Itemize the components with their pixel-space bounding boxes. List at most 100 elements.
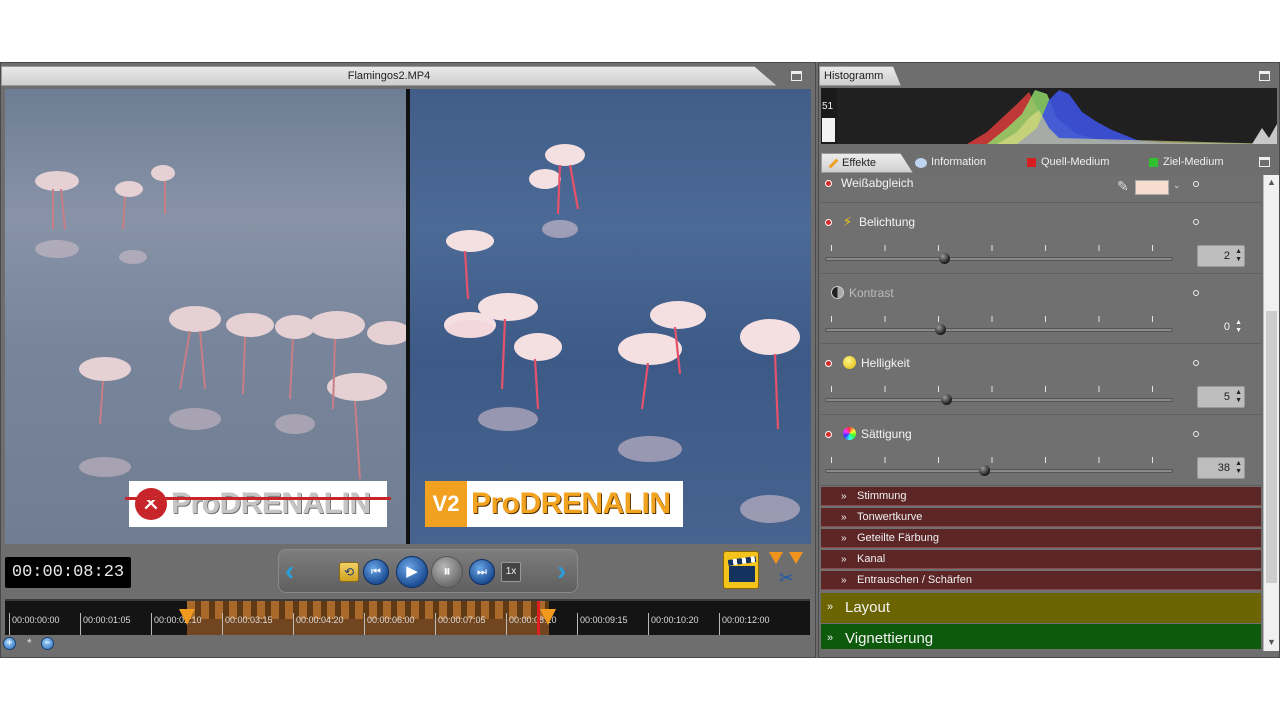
timeline-label: 00:00:07:05 bbox=[438, 615, 486, 625]
slider-ticks bbox=[831, 245, 1171, 251]
play-button[interactable]: ▶ bbox=[396, 556, 428, 588]
clapperboard-body bbox=[729, 566, 755, 582]
tab-target-media-label: Ziel-Medium bbox=[1163, 156, 1224, 168]
slider-ticks bbox=[831, 316, 1171, 322]
reset-icon[interactable] bbox=[1193, 431, 1199, 437]
pause-button[interactable]: ⏸ bbox=[431, 556, 463, 588]
exposure-slider[interactable] bbox=[825, 257, 1173, 261]
zoom-reset-icon[interactable]: * bbox=[27, 636, 32, 650]
slider-thumb[interactable] bbox=[939, 253, 950, 264]
timeline-tick bbox=[364, 613, 365, 635]
section-layout[interactable]: » Layout bbox=[821, 593, 1261, 623]
tab-source-media[interactable]: Quell-Medium bbox=[1021, 153, 1141, 173]
loop-button[interactable]: ⟲ bbox=[339, 562, 359, 582]
scroll-down-icon[interactable]: ▼ bbox=[1267, 637, 1276, 647]
watermark-before-text: ProDRENALIN bbox=[171, 487, 371, 520]
contrast-icon bbox=[831, 286, 844, 299]
slider-thumb[interactable] bbox=[979, 465, 990, 476]
video-preview[interactable]: ✕ ProDRENALIN V2 ProDRENALIN bbox=[5, 89, 811, 544]
player-title-tab[interactable]: Flamingos2.MP4 bbox=[1, 66, 777, 86]
playhead[interactable] bbox=[537, 601, 540, 635]
scissors-icon: ✂ bbox=[779, 568, 795, 588]
exposure-value-input[interactable]: 2 ▲ ▼ bbox=[1197, 245, 1245, 267]
transport-controls: ‹ ⟲ ⏮ ▶ ⏸ ⏭ 1x › bbox=[278, 549, 578, 593]
tab-information[interactable]: Information bbox=[911, 153, 1021, 173]
app-window: Flamingos2.MP4 ✕ ProDRENALIN V2 ProDRENA… bbox=[0, 62, 1280, 658]
effect-contrast: Kontrast 0 ▲ ▼ bbox=[821, 274, 1261, 344]
player-panel: Flamingos2.MP4 ✕ ProDRENALIN V2 ProDRENA… bbox=[0, 62, 816, 658]
brightness-slider[interactable] bbox=[825, 398, 1173, 402]
effect-label: Belichtung bbox=[859, 215, 916, 229]
brightness-value-input[interactable]: 5 ▲ ▼ bbox=[1197, 386, 1245, 408]
color-wheel-icon bbox=[843, 427, 856, 440]
video-after-pane bbox=[410, 89, 811, 544]
timeline-tick bbox=[577, 613, 578, 635]
range-start-marker-icon bbox=[769, 552, 783, 564]
maximize-icon[interactable] bbox=[1259, 157, 1270, 167]
timeline-label: 00:00:03:15 bbox=[225, 615, 273, 625]
chevron-down-icon[interactable]: ⌄ bbox=[1173, 180, 1181, 191]
maximize-icon[interactable] bbox=[791, 71, 802, 81]
slider-thumb[interactable] bbox=[941, 394, 952, 405]
reset-icon[interactable] bbox=[1193, 219, 1199, 225]
zoom-out-icon[interactable]: − bbox=[41, 637, 54, 650]
effect-label: Kontrast bbox=[849, 286, 894, 300]
enable-toggle-icon[interactable] bbox=[825, 180, 832, 187]
section-vignetting[interactable]: » Vignettierung bbox=[821, 624, 1261, 649]
contrast-value-input[interactable]: 0 ▲ ▼ bbox=[1197, 316, 1245, 338]
timeline-tick bbox=[293, 613, 294, 635]
panel-tabs: Effekte Information Quell-Medium Ziel-Me… bbox=[819, 153, 1277, 173]
contrast-slider[interactable] bbox=[825, 328, 1173, 332]
next-clip-icon[interactable]: › bbox=[557, 556, 566, 586]
histogram-tab[interactable]: Histogramm bbox=[819, 66, 901, 86]
in-point-marker[interactable] bbox=[179, 609, 195, 625]
group-mood[interactable]: » Stimmung bbox=[821, 487, 1261, 506]
tab-source-media-label: Quell-Medium bbox=[1041, 156, 1110, 168]
scroll-thumb[interactable] bbox=[1266, 311, 1277, 583]
slider-thumb[interactable] bbox=[935, 324, 946, 335]
histogram-scale: 51 bbox=[821, 88, 837, 144]
slider-ticks bbox=[831, 386, 1171, 392]
tab-target-media[interactable]: Ziel-Medium bbox=[1143, 153, 1263, 173]
maximize-icon[interactable] bbox=[1259, 71, 1270, 81]
out-point-marker[interactable] bbox=[540, 609, 556, 625]
previous-clip-icon[interactable]: ‹ bbox=[285, 556, 294, 586]
enable-toggle-icon[interactable] bbox=[825, 431, 832, 438]
green-square-icon bbox=[1149, 158, 1158, 167]
group-tone-curve[interactable]: » Tonwertkurve bbox=[821, 508, 1261, 527]
spinner-arrows-icon[interactable]: ▲ ▼ bbox=[1235, 248, 1242, 264]
chevron-down-icon: » bbox=[841, 575, 847, 586]
zoom-in-icon[interactable]: + bbox=[3, 637, 16, 650]
histogram-chart: 51 bbox=[821, 88, 1277, 144]
speed-button[interactable]: 1x bbox=[501, 562, 521, 582]
eyedropper-icon[interactable]: ✎ bbox=[1117, 178, 1129, 195]
group-denoise-sharpen[interactable]: » Entrauschen / Schärfen bbox=[821, 571, 1261, 590]
effects-scrollbar[interactable]: ▲ ▼ bbox=[1263, 175, 1279, 651]
tab-information-label: Information bbox=[931, 156, 987, 168]
timeline-tick bbox=[435, 613, 436, 635]
enable-toggle-icon[interactable] bbox=[825, 360, 832, 367]
spinner-arrows-icon[interactable]: ▲ ▼ bbox=[1235, 460, 1242, 476]
timeline-label: 00:00:10:20 bbox=[651, 615, 699, 625]
reset-icon[interactable] bbox=[1193, 290, 1199, 296]
scroll-up-icon[interactable]: ▲ bbox=[1267, 177, 1276, 187]
skip-forward-button[interactable]: ⏭ bbox=[469, 559, 495, 585]
saturation-slider[interactable] bbox=[825, 469, 1173, 473]
reset-icon[interactable] bbox=[1193, 360, 1199, 366]
tab-effects[interactable]: Effekte bbox=[821, 153, 913, 173]
timeline[interactable]: 00:00:00:00 00:00:01:05 00:00:02:10 00:00:0… bbox=[5, 599, 810, 635]
effect-label: Sättigung bbox=[861, 427, 912, 441]
timeline-label: 00:00:06:00 bbox=[367, 615, 415, 625]
skip-back-button[interactable]: ⏮ bbox=[363, 559, 389, 585]
spinner-arrows-icon[interactable]: ▲ ▼ bbox=[1235, 389, 1242, 405]
spinner-arrows-icon[interactable]: ▲ ▼ bbox=[1235, 319, 1242, 335]
saturation-value-input[interactable]: 38 ▲ ▼ bbox=[1197, 457, 1245, 479]
reset-icon[interactable] bbox=[1193, 181, 1199, 187]
enable-toggle-icon[interactable] bbox=[825, 219, 832, 226]
clapperboard-icon[interactable] bbox=[723, 551, 759, 589]
group-split-toning[interactable]: » Geteilte Färbung bbox=[821, 529, 1261, 548]
cut-range-icon[interactable]: ✂ bbox=[767, 552, 807, 592]
white-balance-swatch[interactable] bbox=[1135, 180, 1169, 195]
clapperboard-stripes bbox=[727, 556, 757, 566]
group-channel[interactable]: » Kanal bbox=[821, 550, 1261, 569]
